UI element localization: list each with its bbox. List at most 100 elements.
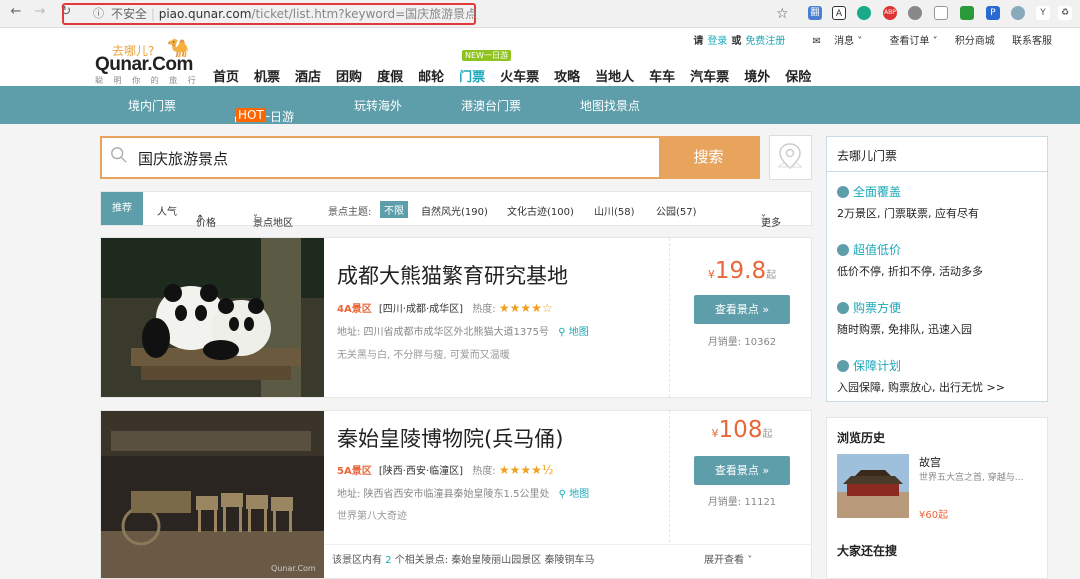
- info-icon[interactable]: ⓘ: [93, 5, 104, 21]
- orders-label: 查看订单: [889, 36, 930, 47]
- nav-item[interactable]: 攻略: [554, 66, 580, 85]
- currency-symbol: ¥: [707, 268, 715, 281]
- login-link[interactable]: 登录: [707, 36, 727, 47]
- nav-item[interactable]: 机票: [254, 66, 280, 85]
- reader-extension-icon[interactable]: A: [832, 6, 846, 20]
- address-line: 地址: 陕西省西安市临潼县秦始皇陵东1.5公里处 ⚲ 地图: [337, 485, 589, 500]
- nav-item[interactable]: 当地人: [595, 66, 634, 85]
- subnav-hk-macau-tw[interactable]: 港澳台门票: [461, 97, 521, 114]
- blue-extension-icon[interactable]: P: [986, 6, 1000, 20]
- nav-item[interactable]: 门票: [459, 66, 485, 85]
- qunar-logo[interactable]: 去哪儿? 🐪 Qunar.Com 聪 明 你 的 旅 行: [95, 38, 205, 85]
- sub-nav: 境内门票 品质一日游HOT 玩转海外 港澳台门票 地图找景点: [0, 86, 1080, 124]
- nav-item[interactable]: 汽车票: [690, 66, 729, 85]
- related-list[interactable]: 个相关景点: 秦始皇陵丽山园景区 秦陵铜车马: [395, 555, 595, 566]
- feature-desc[interactable]: 入园保障, 购票放心, 出行无忧 >>: [837, 379, 1005, 395]
- main-nav: 首页 机票 酒店 团购 度假 邮轮 门票 火车票 攻略 当地人 车车 汽车票 境外 保险: [213, 66, 826, 85]
- currency-symbol: ¥: [711, 427, 719, 440]
- map-link-label: 地图: [569, 489, 590, 500]
- map-link[interactable]: ⚲ 地图: [559, 489, 590, 500]
- theme-unlimited[interactable]: 不限: [380, 201, 408, 218]
- panel-title: 去哪儿门票: [837, 149, 898, 163]
- monthly-sales: 月销量: 10362: [707, 337, 777, 348]
- globe-icon: [837, 185, 849, 198]
- circle-extension-icon[interactable]: [857, 6, 871, 20]
- expand-link[interactable]: 展开查看 ˅: [704, 551, 752, 566]
- site-header: 去哪儿? 🐪 Qunar.Com 聪 明 你 的 旅 行 请登录或免费注册 ✉ …: [0, 28, 1080, 86]
- nav-item[interactable]: 境外: [744, 66, 770, 85]
- search-input[interactable]: [138, 149, 638, 167]
- y-extension-icon[interactable]: Y: [1036, 6, 1050, 20]
- rating-stars: ★★★★☆: [498, 301, 553, 315]
- history-item-name[interactable]: 故宫: [919, 454, 941, 470]
- theme-park[interactable]: 公园(57): [656, 203, 697, 218]
- message-icon: ✉: [812, 36, 825, 47]
- filter-bar: 推荐 人气 价格 ↑ 景点地区 ˅ 景点主题: 不限 自然风光(190) 文化古…: [100, 191, 812, 229]
- url-text[interactable]: 不安全 | piao.qunar.com/ticket/list.htm?key…: [111, 5, 477, 22]
- subnav-domestic-tickets[interactable]: 境内门票: [128, 97, 176, 114]
- subnav-overseas[interactable]: 玩转海外: [354, 97, 402, 114]
- insecure-label: 不安全: [111, 7, 148, 21]
- nav-item[interactable]: 车车: [649, 66, 675, 85]
- feature-guarantee[interactable]: 保障计划 入园保障, 购票放心, 出行无忧 >>: [837, 355, 1005, 395]
- view-attraction-button[interactable]: 查看景点 »: [694, 456, 790, 485]
- sort-popularity[interactable]: 人气: [157, 203, 177, 218]
- theme-nature[interactable]: 自然风光(190): [421, 203, 488, 218]
- rating-stars: ★★★★½: [498, 463, 554, 477]
- nav-item[interactable]: 酒店: [295, 66, 321, 85]
- theme-culture[interactable]: 文化古迹(100): [507, 203, 574, 218]
- logo-english: Qunar.Com: [95, 54, 193, 75]
- history-item-price: ¥60起: [919, 510, 949, 521]
- forward-icon[interactable]: →: [32, 4, 48, 19]
- attraction-title[interactable]: 秦始皇陵博物院(兵马俑): [337, 423, 563, 453]
- bulb-extension-icon[interactable]: [908, 6, 922, 20]
- orders-link[interactable]: 查看订单 ˅: [879, 36, 937, 47]
- messages-link[interactable]: ✉ 消息 ˅: [803, 36, 863, 47]
- chevron-down-icon: ˅: [761, 214, 766, 225]
- map-link[interactable]: ⚲ 地图: [558, 327, 589, 338]
- green-extension-icon[interactable]: [960, 6, 974, 20]
- price-from: 起: [766, 270, 777, 281]
- view-attraction-button[interactable]: 查看景点 »: [694, 295, 790, 324]
- shield-extension-icon[interactable]: [934, 6, 948, 20]
- terracotta-image[interactable]: Qunar.Com: [101, 411, 324, 578]
- nav-item[interactable]: 度假: [377, 66, 403, 85]
- nav-item[interactable]: 团购: [336, 66, 362, 85]
- feature-heading: 保障计划: [853, 359, 902, 373]
- attraction-title[interactable]: 成都大熊猫繁育研究基地: [337, 260, 568, 290]
- price-value: 19.8: [714, 258, 767, 284]
- nav-item[interactable]: 邮轮: [418, 66, 444, 85]
- sort-recommend[interactable]: 推荐: [101, 192, 143, 225]
- map-pin-button[interactable]: [769, 135, 812, 180]
- back-icon[interactable]: ←: [8, 4, 24, 19]
- recycle-extension-icon[interactable]: ♻: [1058, 6, 1072, 20]
- bookmark-star-icon[interactable]: ☆: [776, 6, 789, 22]
- address-bar[interactable]: ↻ ⓘ 不安全 | piao.qunar.com/ticket/list.htm…: [60, 2, 795, 26]
- points-mall-link[interactable]: 积分商城: [955, 36, 995, 47]
- address-line: 地址: 四川省成都市成华区外北熊猫大道1375号 ⚲ 地图: [337, 323, 589, 338]
- level-badge: 5A景区: [337, 466, 372, 477]
- nav-item[interactable]: 火车票: [500, 66, 539, 85]
- hot-badge: HOT: [236, 108, 266, 122]
- feature-desc: 2万景区, 门票联票, 应有尽有: [837, 207, 979, 220]
- contact-link[interactable]: 联系客服: [1012, 36, 1052, 47]
- nav-item[interactable]: 首页: [213, 66, 239, 85]
- expand-label: 展开查看: [704, 555, 744, 566]
- address-text: 地址: 陕西省西安市临潼县秦始皇陵东1.5公里处: [337, 489, 550, 500]
- forbidden-city-thumbnail[interactable]: [837, 454, 909, 518]
- leaf-extension-icon[interactable]: [1011, 6, 1025, 20]
- search-button[interactable]: 搜索: [659, 138, 758, 177]
- adblock-icon[interactable]: ABP: [883, 6, 897, 20]
- map-link-label: 地图: [568, 327, 589, 338]
- translate-extension-icon[interactable]: 翻: [808, 6, 822, 20]
- nav-item[interactable]: 保险: [785, 66, 811, 85]
- price-column: ¥19.8起 查看景点 » 月销量: 10362: [669, 238, 813, 397]
- feature-desc: 低价不停, 折扣不停, 活动多多: [837, 265, 983, 278]
- panda-image[interactable]: [101, 238, 324, 397]
- register-link[interactable]: 免费注册: [745, 36, 785, 47]
- address-text: 地址: 四川省成都市成华区外北熊猫大道1375号: [337, 327, 549, 338]
- subnav-map-search[interactable]: 地图找景点: [580, 97, 640, 114]
- theme-mountain[interactable]: 山川(58): [594, 203, 635, 218]
- history-item-desc: 世界五大宫之首, 穿越与…: [919, 473, 1024, 483]
- others-searching-title: 大家还在搜: [837, 544, 898, 558]
